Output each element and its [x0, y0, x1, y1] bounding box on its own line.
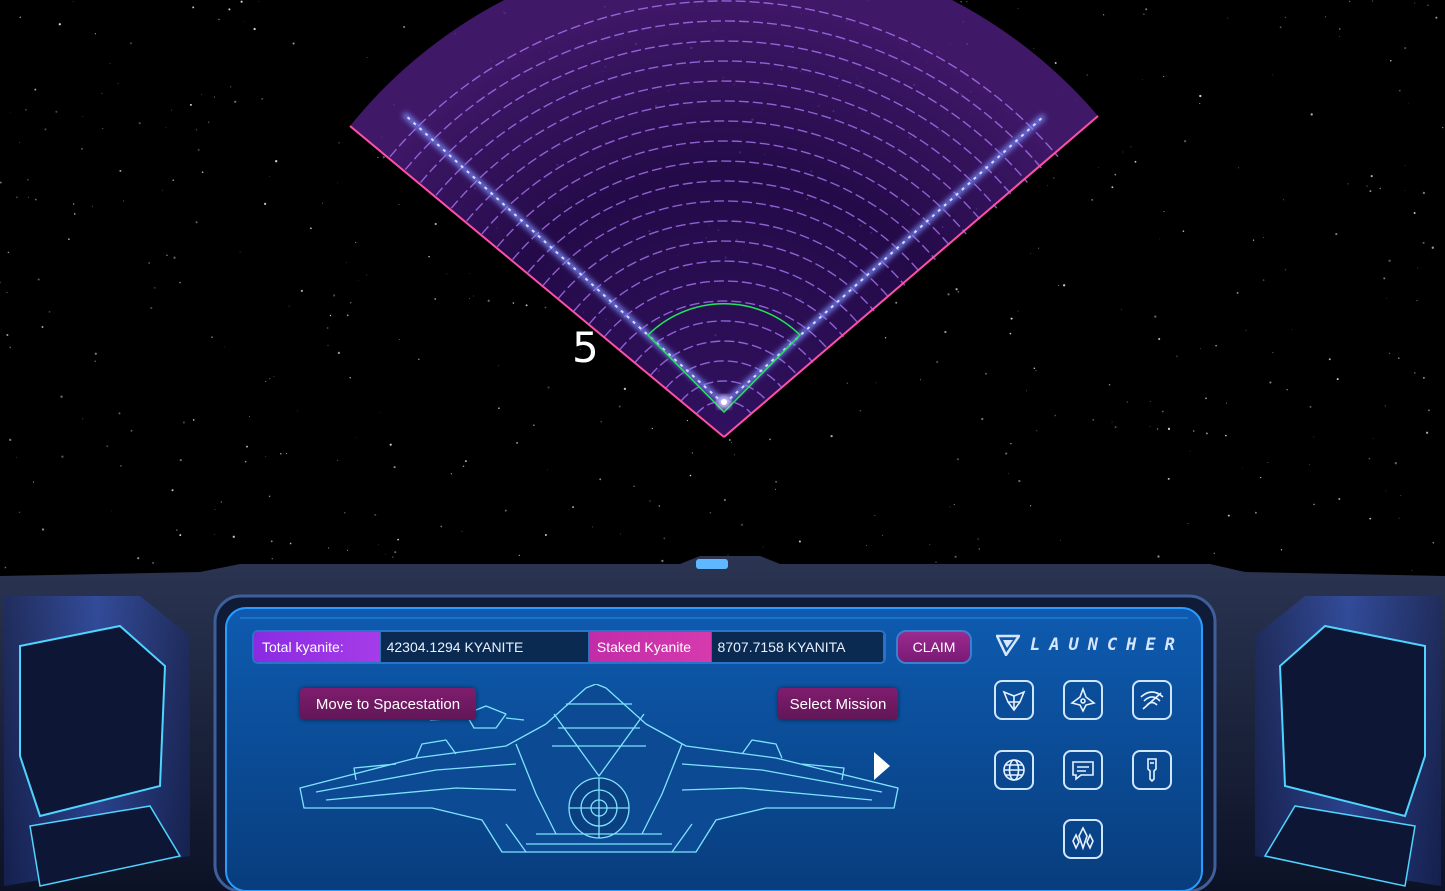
next-ship-arrow-icon[interactable] — [874, 752, 890, 780]
kyanite-stats-bar: Total kyanite: 42304.1294 KYANITE Staked… — [252, 630, 886, 664]
radar-origin-core — [721, 399, 727, 405]
globe-icon[interactable] — [994, 750, 1034, 790]
radar-distance-number: 5 — [572, 323, 599, 372]
fleet-emblem-icon[interactable] — [994, 680, 1034, 720]
crystal-icon[interactable] — [1063, 819, 1103, 859]
launcher-logo: LAUNCHER — [996, 631, 1184, 659]
radar-scanner — [349, 0, 1099, 438]
spaceship-icon[interactable] — [1063, 680, 1103, 720]
launcher-logo-icon — [996, 634, 1020, 656]
radar-signal-icon[interactable] — [1132, 680, 1172, 720]
total-kyanite-value: 42304.1294 KYANITE — [379, 632, 589, 662]
move-to-spacestation-button[interactable]: Move to Spacestation — [300, 688, 476, 720]
staked-kyanite-label: Staked Kyanite — [588, 632, 711, 662]
select-mission-button[interactable]: Select Mission — [778, 688, 898, 720]
chat-icon[interactable] — [1063, 750, 1103, 790]
tool-icon[interactable] — [1132, 750, 1172, 790]
total-kyanite-label: Total kyanite: — [254, 632, 380, 662]
launcher-brand-text: LAUNCHER — [1030, 635, 1184, 655]
claim-button[interactable]: CLAIM — [896, 630, 972, 664]
staked-kyanite-value: 8707.7158 KYANITA — [710, 632, 884, 662]
